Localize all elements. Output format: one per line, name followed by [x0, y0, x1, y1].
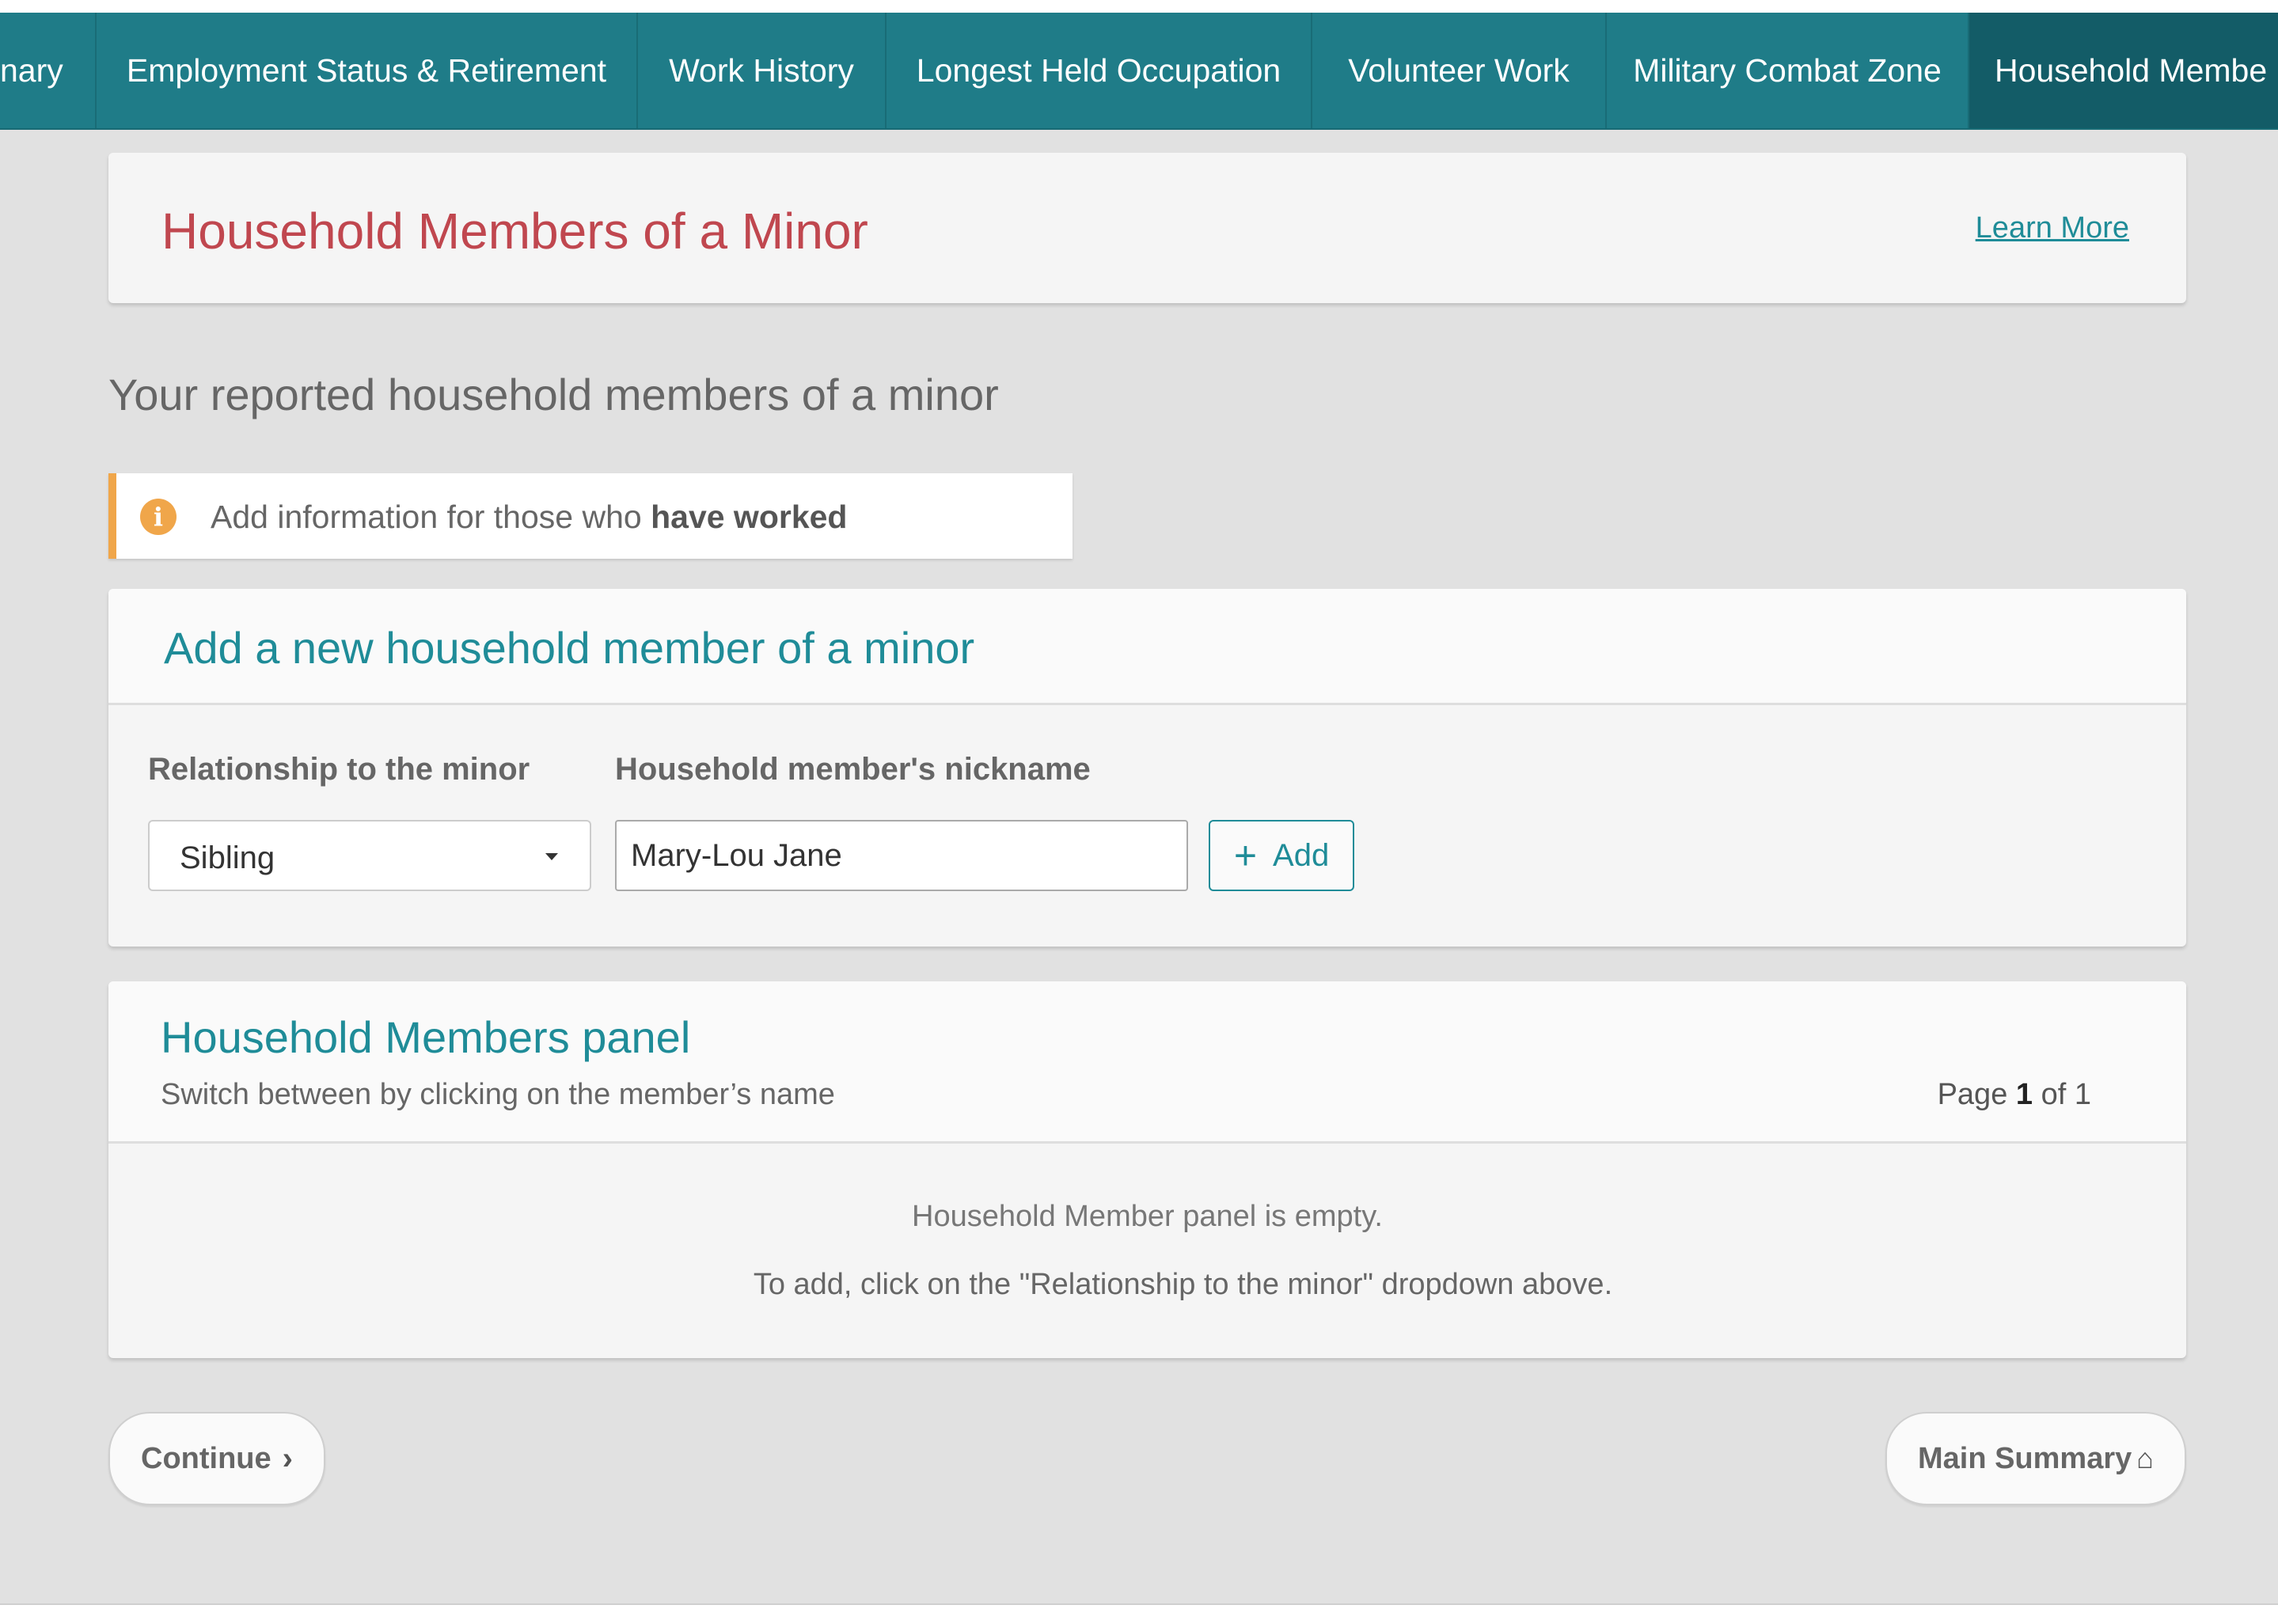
- bottom-border: [0, 1603, 2278, 1624]
- tab-label: Longest Held Occupation: [916, 51, 1281, 89]
- page-current: 1: [2015, 1078, 2033, 1111]
- main-summary-label: Main Summary: [1917, 1441, 2132, 1475]
- plus-icon: +: [1233, 833, 1258, 878]
- tab-label: Employment Status & Retirement: [126, 51, 607, 89]
- info-alert: i Add information for those who have wor…: [108, 473, 1073, 559]
- info-icon: i: [140, 499, 177, 535]
- info-text-bold: have worked: [651, 499, 848, 535]
- members-panel-subtitle: Switch between by clicking on the member…: [161, 1078, 835, 1111]
- add-member-panel: Add a new household member of a minor Re…: [108, 589, 2186, 947]
- section-tabs: nary Employment Status & Retirement Work…: [0, 13, 2278, 130]
- add-member-button[interactable]: + Add: [1209, 820, 1354, 891]
- page-total: 1: [2074, 1078, 2091, 1111]
- caret-down-icon: [545, 853, 558, 860]
- tab-label: Volunteer Work: [1348, 51, 1570, 89]
- tab-label: Work History: [669, 51, 854, 89]
- chevron-right-icon: ›: [282, 1440, 293, 1476]
- nickname-input[interactable]: [615, 820, 1188, 891]
- page-title: Household Members of a Minor: [161, 203, 868, 260]
- home-icon: ⌂: [2136, 1442, 2155, 1474]
- main-summary-button[interactable]: Main Summary ⌂: [1885, 1412, 2186, 1505]
- relationship-select[interactable]: Sibling: [148, 820, 591, 891]
- page-prefix: Page: [1937, 1078, 2008, 1111]
- tab-label: nary: [0, 51, 63, 89]
- page-of: of: [2041, 1078, 2067, 1111]
- continue-button[interactable]: Continue ›: [108, 1412, 325, 1505]
- tab-volunteer-work[interactable]: Volunteer Work: [1312, 13, 1607, 128]
- empty-state-message: Household Member panel is empty.: [912, 1200, 1383, 1233]
- continue-label: Continue: [141, 1441, 271, 1475]
- pagination-indicator: Page 1 of 1: [1938, 1078, 2091, 1112]
- tab-employment-status[interactable]: Employment Status & Retirement: [97, 13, 638, 128]
- learn-more-link[interactable]: Learn More: [1976, 211, 2129, 245]
- tab-work-history[interactable]: Work History: [638, 13, 887, 128]
- tab-summary[interactable]: nary: [0, 13, 97, 128]
- tab-label: Household Membe: [1995, 51, 2268, 89]
- info-text-prefix: Add information for those who: [211, 499, 651, 535]
- add-member-title: Add a new household member of a minor: [164, 623, 975, 673]
- tab-military-combat-zone[interactable]: Military Combat Zone: [1607, 13, 1969, 128]
- info-text: Add information for those who have worke…: [211, 499, 847, 536]
- household-members-panel: Household Members panel Switch between b…: [108, 981, 2186, 1358]
- tab-longest-held-occupation[interactable]: Longest Held Occupation: [887, 13, 1312, 128]
- tab-household-members[interactable]: Household Membe: [1969, 13, 2278, 128]
- members-panel-header: Household Members panel Switch between b…: [108, 981, 2186, 1144]
- section-heading: Your reported household members of a min…: [108, 370, 999, 419]
- nickname-label: Household member's nickname: [615, 752, 1091, 787]
- empty-state-hint: To add, click on the "Relationship to th…: [753, 1268, 1613, 1301]
- tab-label: Military Combat Zone: [1633, 51, 1942, 89]
- relationship-label: Relationship to the minor: [148, 752, 530, 787]
- members-panel-title: Household Members panel: [161, 1012, 691, 1062]
- add-button-label: Add: [1273, 837, 1330, 873]
- add-member-panel-header: Add a new household member of a minor: [108, 589, 2186, 705]
- page-header-panel: Household Members of a Minor Learn More: [108, 153, 2186, 303]
- relationship-select-value: Sibling: [180, 840, 275, 875]
